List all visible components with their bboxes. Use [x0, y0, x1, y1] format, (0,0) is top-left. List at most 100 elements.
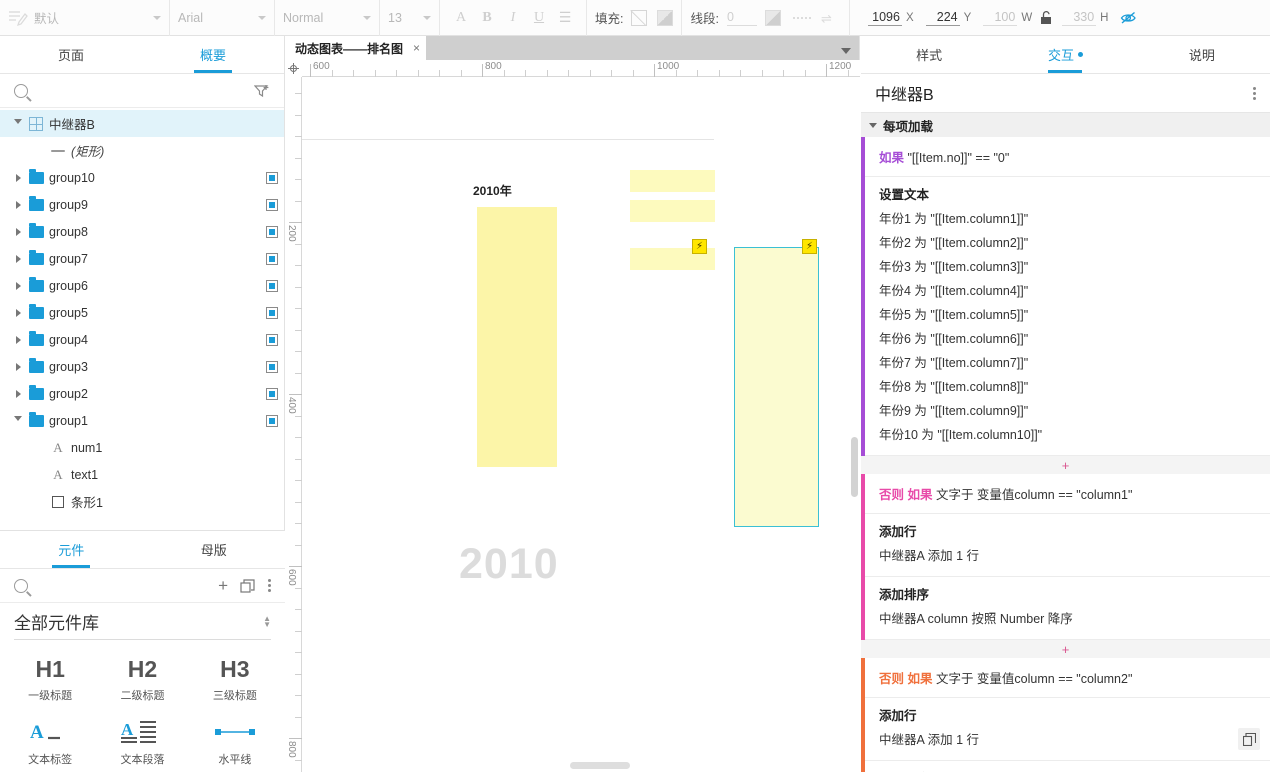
visibility-toggle-icon[interactable]	[266, 198, 278, 211]
visibility-toggle-icon[interactable]	[266, 171, 278, 184]
tree-item-中继器B[interactable]: 中继器B	[0, 110, 284, 137]
tab-outline[interactable]: 概要	[142, 36, 284, 73]
tree-item-group9[interactable]: group9	[0, 191, 284, 218]
more-icon[interactable]	[268, 579, 271, 592]
copy-icon[interactable]	[240, 578, 256, 593]
twisty-open-icon[interactable]	[14, 416, 22, 425]
tree-item-group10[interactable]: group10	[0, 164, 284, 191]
tree-item-group4[interactable]: group4	[0, 326, 284, 353]
tree-item-visibility[interactable]	[260, 414, 284, 427]
twisty-closed-icon[interactable]	[15, 281, 21, 290]
tree-item-num1[interactable]: Anum1	[0, 434, 284, 461]
visibility-toggle-icon[interactable]	[266, 414, 278, 427]
tree-item-group1[interactable]: group1	[0, 407, 284, 434]
visibility-toggle-icon[interactable]	[266, 225, 278, 238]
line-color-swatch[interactable]	[764, 9, 781, 26]
tree-item-visibility[interactable]	[260, 198, 284, 211]
visibility-toggle-icon[interactable]	[266, 306, 278, 319]
ruler-origin-icon[interactable]	[285, 60, 302, 77]
tree-twisty[interactable]	[10, 173, 26, 182]
tree-item-group5[interactable]: group5	[0, 299, 284, 326]
bar-shape[interactable]	[477, 207, 557, 467]
tree-twisty[interactable]	[10, 389, 26, 398]
duplicate-icon[interactable]	[1238, 728, 1260, 750]
tree-item-group8[interactable]: group8	[0, 218, 284, 245]
tree-twisty[interactable]	[10, 254, 26, 263]
tree-twisty[interactable]	[10, 281, 26, 290]
case-action[interactable]: 添加行 中继器A 添加 1 行	[865, 698, 1270, 761]
document-tab[interactable]: 动态图表——排名图 ×	[285, 36, 427, 60]
twisty-closed-icon[interactable]	[15, 389, 21, 398]
close-icon[interactable]: ×	[413, 41, 420, 55]
tab-interactions[interactable]: 交互	[997, 36, 1133, 73]
tree-item-visibility[interactable]	[260, 360, 284, 373]
tree-item-group7[interactable]: group7	[0, 245, 284, 272]
case-condition[interactable]: 否则 如果 文字于 变量值column == "column2"	[865, 658, 1270, 698]
tree-item-visibility[interactable]	[260, 225, 284, 238]
repeater-placeholder-row[interactable]	[630, 170, 715, 192]
twisty-closed-icon[interactable]	[15, 335, 21, 344]
tree-item-条形1[interactable]: 条形1	[0, 488, 284, 515]
italic-button[interactable]: I	[500, 5, 526, 31]
case-condition[interactable]: 如果 "[[Item.no]]" == "0"	[865, 137, 1270, 177]
case-action[interactable]: 添加排序中继器A column 按照 Number 降序	[865, 577, 1270, 640]
canvas-horizontal-scrollbar[interactable]	[570, 762, 630, 769]
filter-add-icon[interactable]	[254, 84, 270, 98]
fill-color-swatch[interactable]	[657, 9, 674, 26]
add-library-icon[interactable]: +	[218, 576, 228, 596]
bold-button[interactable]: B	[474, 5, 500, 31]
interaction-bolt-icon[interactable]: ⚡	[692, 239, 707, 254]
visibility-toggle-icon[interactable]	[266, 360, 278, 373]
library-selector[interactable]: 全部元件库 ▲ ▼	[14, 609, 271, 640]
twisty-closed-icon[interactable]	[15, 308, 21, 317]
visibility-toggle-icon[interactable]	[266, 387, 278, 400]
font-size-selector[interactable]: 13	[380, 0, 440, 36]
y-field[interactable]: 224 Y	[925, 10, 980, 26]
twisty-closed-icon[interactable]	[15, 362, 21, 371]
add-case-button[interactable]: +	[861, 640, 1270, 658]
case-condition[interactable]: 否则 如果 文字于 变量值column == "column1"	[865, 474, 1270, 514]
tree-item-visibility[interactable]	[260, 171, 284, 184]
tree-item-visibility[interactable]	[260, 252, 284, 265]
canvas-vertical-scrollbar[interactable]	[851, 437, 858, 497]
visibility-toggle-icon[interactable]	[266, 333, 278, 346]
widget-text[interactable]: H2 二级标题	[96, 650, 188, 711]
tree-item-text1[interactable]: Atext1	[0, 461, 284, 488]
line-width-input[interactable]: 0	[726, 10, 757, 26]
interaction-bolt-icon[interactable]: ⚡	[802, 239, 817, 254]
tree-item-group3[interactable]: group3	[0, 353, 284, 380]
tab-widgets[interactable]: 元件	[0, 531, 143, 568]
h-field[interactable]: 330 H	[1062, 10, 1116, 26]
tree-twisty[interactable]	[10, 119, 26, 128]
design-stage[interactable]: 2010年 ⚡ ⚡ 2010	[302, 77, 860, 772]
eye-slash-icon[interactable]	[1120, 10, 1137, 25]
case-action[interactable]: 添加排序中继器A column 按照 Number 降序	[865, 761, 1270, 772]
tab-pages[interactable]: 页面	[0, 36, 142, 73]
selected-repeater-shape[interactable]	[734, 247, 819, 527]
font-color-icon[interactable]: A	[448, 5, 474, 31]
tree-twisty[interactable]	[10, 416, 26, 425]
repeater-placeholder-row[interactable]	[630, 200, 715, 222]
case-action[interactable]: 添加行 中继器A 添加 1 行	[865, 514, 1270, 577]
tree-item-visibility[interactable]	[260, 387, 284, 400]
tree-twisty[interactable]	[10, 362, 26, 371]
tree-twisty[interactable]	[10, 227, 26, 236]
visibility-toggle-icon[interactable]	[266, 279, 278, 292]
tree-item-visibility[interactable]	[260, 333, 284, 346]
tree-twisty[interactable]	[10, 308, 26, 317]
tab-masters[interactable]: 母版	[143, 531, 286, 568]
tree-item-group6[interactable]: group6	[0, 272, 284, 299]
tree-twisty[interactable]	[10, 335, 26, 344]
line-style-icon[interactable]	[792, 11, 811, 25]
tree-item-group2[interactable]: group2	[0, 380, 284, 407]
widget-hline-icon[interactable]: 水平线	[189, 711, 281, 772]
event-section-header[interactable]: 每项加载	[861, 113, 1270, 137]
style-selector[interactable]: 默认	[0, 0, 170, 36]
visibility-toggle-icon[interactable]	[266, 252, 278, 265]
twisty-closed-icon[interactable]	[15, 227, 21, 236]
fill-none-swatch[interactable]	[631, 9, 648, 26]
case-action[interactable]: 设置文本 年份1 为 "[[Item.column1]]" 年份2 为 "[[Ite…	[865, 177, 1270, 456]
widget-label-icon[interactable]: A 文本标签	[4, 711, 96, 772]
outline-search-input[interactable]	[36, 83, 254, 98]
tree-twisty[interactable]	[10, 200, 26, 209]
